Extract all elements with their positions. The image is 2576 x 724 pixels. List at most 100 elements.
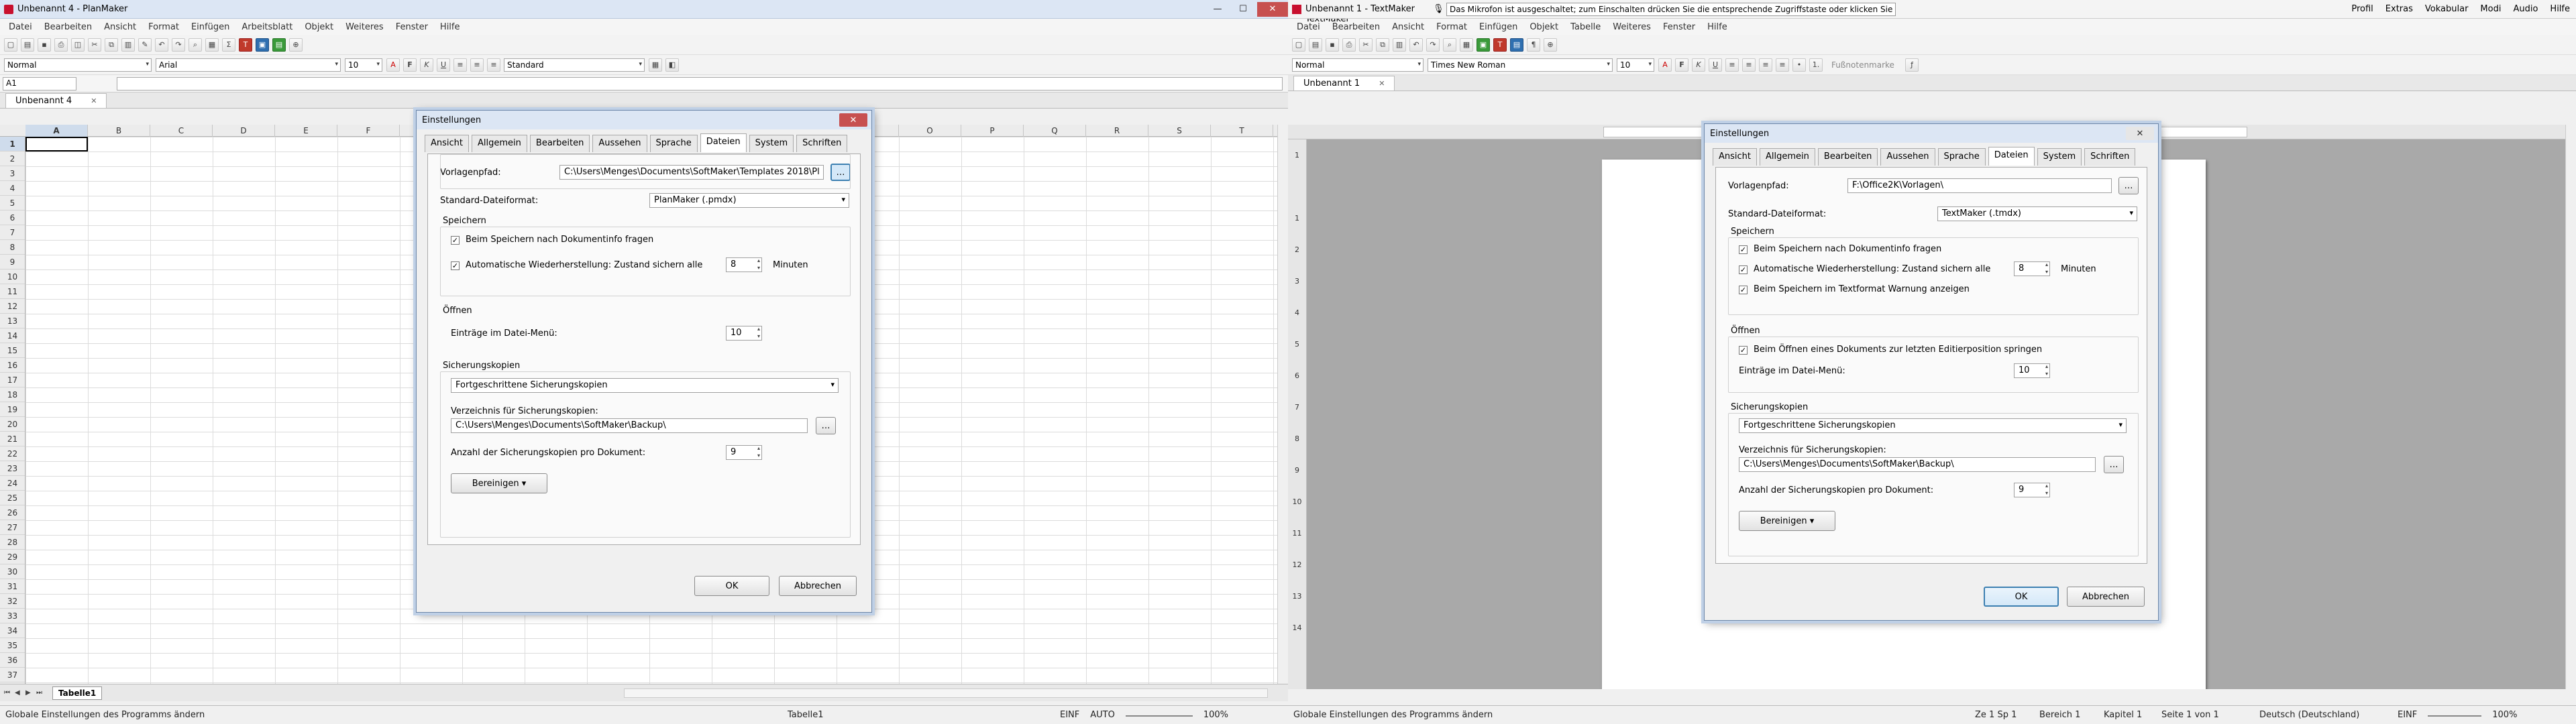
close-tab-icon[interactable]: ✕ xyxy=(91,97,97,105)
table-icon[interactable]: ▦ xyxy=(1460,38,1473,52)
zoom-icon[interactable]: ⊕ xyxy=(289,38,303,52)
column-header[interactable]: P xyxy=(961,125,1024,137)
column-header[interactable]: Q xyxy=(1024,125,1086,137)
redo-icon[interactable]: ↷ xyxy=(1426,38,1440,52)
row-header[interactable]: 13 xyxy=(0,314,25,328)
menu-objekt[interactable]: Objekt xyxy=(1523,22,1564,32)
column-header[interactable]: R xyxy=(1086,125,1148,137)
vorlagenpfad-input[interactable]: F:\Office2K\Vorlagen\ xyxy=(1847,178,2112,193)
autosave-checkbox[interactable]: ✓ xyxy=(1739,265,1748,274)
search-icon[interactable]: ⌕ xyxy=(1443,38,1456,52)
undo-icon[interactable]: ↶ xyxy=(1409,38,1423,52)
row-header[interactable]: 10 xyxy=(0,269,25,284)
number-format-select[interactable]: Standard ▾ xyxy=(504,58,645,72)
last-edit-position-checkbox[interactable]: ✓ xyxy=(1739,346,1748,355)
column-header[interactable]: C xyxy=(150,125,213,137)
align-right-icon[interactable]: ≡ xyxy=(1759,58,1772,72)
menu-ansicht[interactable]: Ansicht xyxy=(98,22,142,32)
tab-aussehen[interactable]: Aussehen xyxy=(592,135,647,152)
italic-icon[interactable]: K xyxy=(420,58,433,72)
formula-input[interactable] xyxy=(117,76,1283,90)
row-header[interactable]: 4 xyxy=(0,181,25,196)
table-icon[interactable]: ▤ xyxy=(272,38,286,52)
close-icon[interactable]: ✕ xyxy=(1257,1,1288,17)
menu-hilfe[interactable]: Hilfe xyxy=(1701,22,1733,32)
sheet-tab[interactable]: Tabelle1 xyxy=(52,686,103,700)
font-size-select[interactable]: 10 ▾ xyxy=(345,58,382,72)
underline-icon[interactable]: U xyxy=(437,58,450,72)
tab-sprache[interactable]: Sprache xyxy=(649,135,698,152)
print-icon[interactable]: ⎙ xyxy=(54,38,68,52)
tab-dateien[interactable]: Dateien xyxy=(1988,147,2035,166)
bold-icon[interactable]: F xyxy=(403,58,417,72)
menu-format[interactable]: Format xyxy=(142,22,185,32)
menu-datei[interactable]: Datei xyxy=(1291,22,1326,32)
style-select[interactable]: Normal ▾ xyxy=(1292,58,1424,72)
picture-icon[interactable]: ▣ xyxy=(1477,38,1490,52)
print-icon[interactable]: ⎙ xyxy=(1342,38,1356,52)
tab-aussehen[interactable]: Aussehen xyxy=(1880,148,1935,166)
cell-reference-field[interactable]: A1 xyxy=(3,76,76,90)
menu-fenster[interactable]: Fenster xyxy=(390,22,434,32)
tab-bearbeiten[interactable]: Bearbeiten xyxy=(1817,148,1878,166)
active-cell[interactable] xyxy=(25,137,88,152)
prev-sheet-icon[interactable]: ◀ xyxy=(15,689,25,697)
document-tab[interactable]: Unbenannt 4 ✕ xyxy=(5,93,107,108)
tab-ansicht[interactable]: Ansicht xyxy=(1713,148,1758,166)
horizontal-scrollbar[interactable] xyxy=(624,688,1268,698)
vorlagenpfad-browse-button[interactable]: … xyxy=(2118,177,2139,194)
align-left-icon[interactable]: ≡ xyxy=(453,58,467,72)
chart-icon[interactable]: ▤ xyxy=(1510,38,1523,52)
row-header[interactable]: 17 xyxy=(0,373,25,387)
row-header[interactable]: 26 xyxy=(0,505,25,520)
bold-icon[interactable]: F xyxy=(1675,58,1688,72)
menu-einfügen[interactable]: Einfügen xyxy=(185,22,235,32)
vertical-ruler[interactable]: 1 1 2 3 4 5 6 7 8 9 10 11 12 13 14 xyxy=(1288,139,1307,689)
tab-sprache[interactable]: Sprache xyxy=(1937,148,1986,166)
column-header[interactable]: D xyxy=(213,125,275,137)
cut-icon[interactable]: ✂ xyxy=(1359,38,1373,52)
menu-bearbeiten[interactable]: Bearbeiten xyxy=(38,22,98,32)
vertical-scrollbar[interactable] xyxy=(1277,125,1288,684)
font-color-icon[interactable]: A xyxy=(1658,58,1672,72)
row-header[interactable]: 2 xyxy=(0,152,25,166)
textframe-icon[interactable]: T xyxy=(239,38,252,52)
ok-button[interactable]: OK xyxy=(694,576,769,596)
align-right-icon[interactable]: ≡ xyxy=(487,58,500,72)
numbering-icon[interactable]: 1. xyxy=(1809,58,1823,72)
row-header[interactable]: 14 xyxy=(0,328,25,343)
menu-bearbeiten[interactable]: Bearbeiten xyxy=(1326,22,1386,32)
dictation-menu-hilfe[interactable]: Hilfe xyxy=(2544,4,2576,14)
column-header[interactable]: T xyxy=(1211,125,1273,137)
zoom-icon[interactable]: ⊕ xyxy=(1544,38,1557,52)
row-header[interactable]: 7 xyxy=(0,225,25,240)
row-header[interactable]: 19 xyxy=(0,402,25,417)
column-header[interactable]: O xyxy=(899,125,961,137)
row-header[interactable]: 25 xyxy=(0,491,25,505)
tab-ansicht[interactable]: Ansicht xyxy=(425,135,470,152)
row-header[interactable]: 11 xyxy=(0,284,25,299)
font-color-icon[interactable]: A xyxy=(386,58,400,72)
font-select[interactable]: Arial ▾ xyxy=(156,58,341,72)
align-center-icon[interactable]: ≡ xyxy=(1742,58,1756,72)
row-header[interactable]: 8 xyxy=(0,240,25,255)
row-header[interactable]: 27 xyxy=(0,520,25,535)
row-header[interactable]: 22 xyxy=(0,446,25,461)
column-header[interactable]: S xyxy=(1148,125,1211,137)
dateiformat-select[interactable]: TextMaker (.tmdx) xyxy=(1937,206,2137,221)
zoom-slider[interactable] xyxy=(2428,715,2482,717)
menu-hilfe[interactable]: Hilfe xyxy=(434,22,466,32)
menu-format[interactable]: Format xyxy=(1430,22,1473,32)
paste-icon[interactable]: ▥ xyxy=(121,38,135,52)
dialog-close-icon[interactable]: ✕ xyxy=(2126,127,2154,140)
new-file-icon[interactable]: ▢ xyxy=(4,38,17,52)
dictation-menu-vokabular[interactable]: Vokabular xyxy=(2419,4,2475,14)
pilcrow-icon[interactable]: ¶ xyxy=(1527,38,1540,52)
cancel-button[interactable]: Abbrechen xyxy=(2067,587,2145,607)
row-header[interactable]: 32 xyxy=(0,594,25,609)
verzeichnis-browse-button[interactable]: … xyxy=(2104,456,2124,473)
sum-icon[interactable]: Σ xyxy=(222,38,235,52)
copy-icon[interactable]: ⧉ xyxy=(1376,38,1389,52)
sicherung-mode-select[interactable]: Fortgeschrittene Sicherungskopien xyxy=(1739,418,2127,433)
row-header[interactable]: 21 xyxy=(0,432,25,446)
